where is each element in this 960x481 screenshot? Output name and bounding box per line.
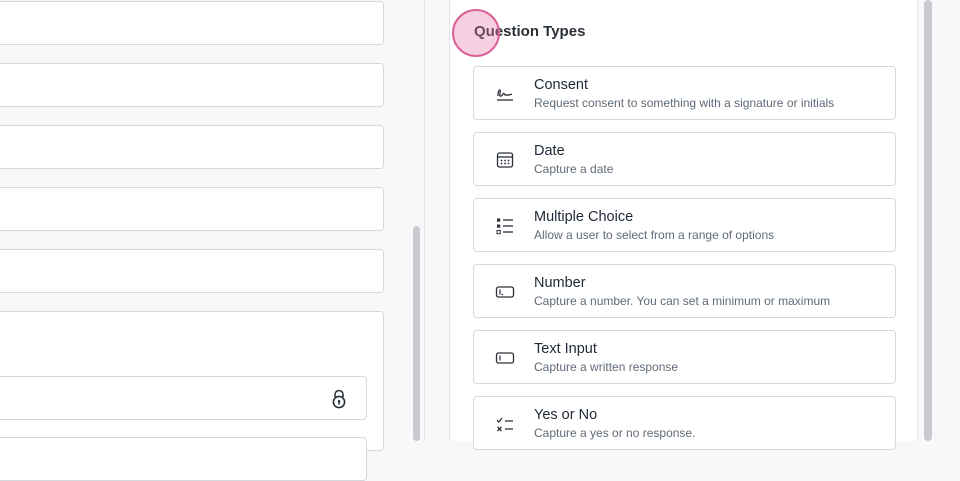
- question-type-text-input[interactable]: Text Input Capture a written response: [473, 330, 896, 384]
- pane-divider: [424, 0, 425, 441]
- signature-icon: [497, 89, 513, 101]
- form-field[interactable]: [0, 63, 384, 107]
- form-field[interactable]: [0, 1, 384, 45]
- question-type-multiple-choice[interactable]: Multiple Choice Allow a user to select f…: [473, 198, 896, 252]
- text-field-icon: [495, 352, 515, 364]
- question-type-label: Multiple Choice: [534, 209, 634, 225]
- question-type-yes-or-no[interactable]: Yes or No Capture a yes or no response.: [473, 396, 896, 450]
- right-scrollbar[interactable]: [924, 0, 932, 441]
- question-type-label: Yes or No: [534, 407, 598, 423]
- form-field[interactable]: [0, 437, 367, 481]
- question-type-description: Capture a written response: [534, 360, 679, 374]
- form-field[interactable]: [0, 187, 384, 231]
- question-type-date[interactable]: Date Capture a date: [473, 132, 896, 186]
- question-type-description: Capture a yes or no response.: [534, 426, 696, 440]
- question-type-consent[interactable]: Consent Request consent to something wit…: [473, 66, 896, 120]
- number-field-icon: [495, 286, 515, 298]
- form-field[interactable]: [0, 249, 384, 293]
- locked-field[interactable]: [0, 376, 367, 420]
- question-type-description: Allow a user to select from a range of o…: [534, 228, 775, 242]
- question-type-label: Number: [534, 275, 586, 291]
- form-editor-pane: [0, 0, 410, 481]
- click-indicator: [452, 9, 500, 57]
- question-type-label: Consent: [534, 77, 589, 93]
- list-icon: [496, 218, 513, 235]
- yes-no-icon: [496, 417, 513, 432]
- lock-icon[interactable]: [330, 389, 348, 409]
- form-field[interactable]: [0, 125, 384, 169]
- question-type-description: Capture a date: [534, 162, 614, 176]
- calendar-icon: [496, 152, 514, 168]
- question-type-number[interactable]: Number Capture a number. You can set a m…: [473, 264, 896, 318]
- question-type-label: Date: [534, 143, 565, 159]
- question-type-description: Capture a number. You can set a minimum …: [534, 294, 831, 308]
- question-type-label: Text Input: [534, 341, 597, 357]
- question-type-description: Request consent to something with a sign…: [534, 96, 835, 110]
- left-scrollbar[interactable]: [413, 226, 420, 441]
